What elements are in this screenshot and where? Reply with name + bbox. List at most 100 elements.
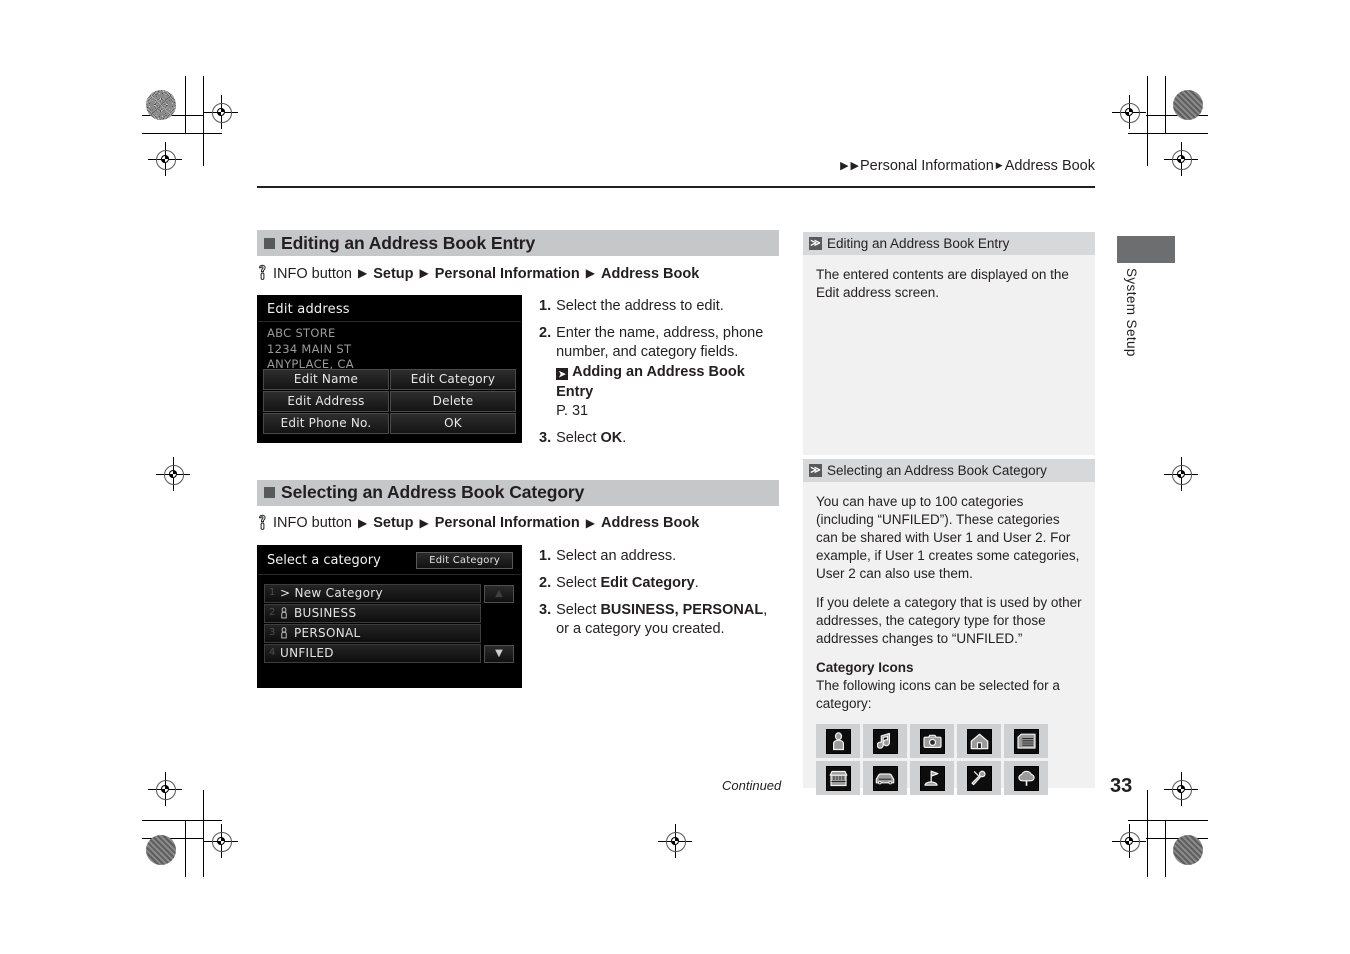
section-body-editing-entry: Edit address ABC STORE 1234 MAIN ST ANYP… bbox=[257, 295, 779, 456]
reference-arrow-icon: ➤ bbox=[556, 368, 569, 381]
nav-path-personal-information: Personal Information bbox=[434, 265, 580, 282]
list-item-label: > New Category bbox=[280, 585, 383, 600]
step-number: 2. bbox=[539, 325, 552, 342]
park-tree-icon bbox=[1013, 765, 1039, 791]
step-item: 2. Select Edit Category. bbox=[539, 574, 779, 593]
section-body-selecting-category: Select a category Edit Category 1 > New … bbox=[257, 544, 779, 688]
section-heading-text: Editing an Address Book Entry bbox=[281, 232, 536, 253]
category-icon-cell[interactable] bbox=[1004, 724, 1048, 759]
step-item: 2. Enter the name, address, phone number… bbox=[539, 324, 779, 421]
scroll-up-button[interactable]: ▲ bbox=[484, 584, 514, 603]
cross-reference[interactable]: ➤ Adding an Address Book Entry bbox=[556, 363, 779, 401]
section-tab-marker bbox=[1117, 236, 1175, 263]
list-item-label: PERSONAL bbox=[294, 625, 361, 640]
category-icon-grid bbox=[816, 724, 1082, 796]
note-paragraph: You can have up to 100 categories (inclu… bbox=[816, 494, 1080, 581]
step-emphasis: Edit Category bbox=[600, 575, 695, 591]
category-icon-cell[interactable] bbox=[816, 761, 860, 796]
step-number: 3. bbox=[539, 429, 552, 446]
step-text: Enter the name, address, phone number, a… bbox=[556, 324, 779, 421]
nav-screen-title: Edit address bbox=[258, 296, 521, 322]
category-icons-intro: The following icons can be selected for … bbox=[816, 677, 1060, 711]
list-item-index: 1 bbox=[269, 587, 276, 599]
edit-address-button[interactable]: Edit Address bbox=[263, 391, 389, 412]
density-patch bbox=[146, 835, 176, 865]
sidebar-note-title-text: Editing an Address Book Entry bbox=[827, 236, 1010, 251]
list-item[interactable]: 3 PERSONAL bbox=[264, 623, 481, 643]
category-icon-cell[interactable] bbox=[816, 724, 860, 759]
person-icon bbox=[280, 627, 288, 639]
golf-flag-icon bbox=[919, 765, 945, 791]
cross-reference-label: Adding an Address Book Entry bbox=[556, 364, 745, 400]
category-icon-cell[interactable] bbox=[863, 761, 907, 796]
nav-arrow-icon: ▶ bbox=[357, 266, 368, 280]
list-item[interactable]: 4 UNFILED bbox=[264, 643, 481, 663]
step-text: Select BUSINESS, PERSONAL, or a category… bbox=[556, 602, 768, 638]
info-button-icon bbox=[257, 264, 268, 285]
nav-arrow-icon: ▶ bbox=[585, 266, 595, 280]
crop-mark bbox=[1147, 790, 1148, 877]
category-icon-cell[interactable] bbox=[1004, 761, 1048, 796]
breadcrumb-arrow-icon: ▶ bbox=[840, 159, 849, 172]
camera-icon bbox=[919, 728, 945, 754]
info-button-icon bbox=[257, 514, 268, 535]
registration-mark bbox=[148, 772, 182, 806]
edit-category-button[interactable]: Edit Category bbox=[416, 551, 513, 569]
screenshot-edit-address: Edit address ABC STORE 1234 MAIN ST ANYP… bbox=[257, 295, 522, 456]
density-patch bbox=[146, 90, 176, 120]
section-bullet-icon bbox=[264, 487, 275, 499]
category-icon-cell[interactable] bbox=[957, 724, 1001, 759]
crop-mark bbox=[1147, 76, 1148, 166]
crop-mark bbox=[1165, 76, 1166, 133]
step-item: 3. Select BUSINESS, PERSONAL, or a categ… bbox=[539, 601, 779, 639]
step-text: Select Edit Category. bbox=[556, 575, 699, 591]
step-number: 3. bbox=[539, 602, 552, 619]
person-icon bbox=[280, 607, 288, 619]
category-icon-cell[interactable] bbox=[863, 724, 907, 759]
edit-phone-number-button[interactable]: Edit Phone No. bbox=[263, 413, 389, 434]
edit-name-button[interactable]: Edit Name bbox=[263, 369, 389, 390]
category-icon-cell[interactable] bbox=[957, 761, 1001, 796]
sidebar-note-body-editing-entry: The entered contents are displayed on th… bbox=[803, 255, 1095, 455]
nav-path-setup: Setup bbox=[373, 515, 414, 532]
breadcrumb-item-address-book: Address Book bbox=[1004, 158, 1095, 174]
car-icon bbox=[872, 765, 898, 791]
breadcrumb-arrow-icon: ▶ bbox=[850, 159, 859, 172]
step-text: Select an address. bbox=[556, 547, 677, 564]
nav-arrow-icon: ▶ bbox=[357, 515, 368, 530]
edit-address-button-grid: Edit Name Edit Category Edit Address Del… bbox=[258, 369, 521, 434]
density-patch bbox=[1173, 835, 1203, 865]
sidebar-note-body-selecting-category: You can have up to 100 categories (inclu… bbox=[803, 482, 1095, 796]
ok-button[interactable]: OK bbox=[390, 413, 516, 434]
nav-screen-title: Select a category bbox=[267, 552, 381, 568]
restaurant-icon bbox=[966, 765, 992, 791]
crop-mark bbox=[185, 820, 186, 877]
nav-path-info-button: INFO button bbox=[273, 265, 352, 282]
step-number: 1. bbox=[539, 298, 552, 314]
nav-path-personal-information: Personal Information bbox=[434, 515, 580, 532]
category-icon-cell[interactable] bbox=[910, 761, 954, 796]
scroll-down-button[interactable]: ▼ bbox=[484, 644, 514, 663]
list-item[interactable]: 2 BUSINESS bbox=[264, 603, 481, 623]
category-icons-heading: Category Icons bbox=[816, 659, 914, 675]
registration-mark bbox=[1112, 824, 1146, 858]
category-icon-cell[interactable] bbox=[910, 724, 954, 759]
list-item-index: 4 bbox=[269, 647, 276, 659]
page-number: 33 bbox=[1110, 775, 1133, 797]
crop-mark bbox=[142, 820, 222, 821]
list-item[interactable]: 1 > New Category bbox=[264, 583, 481, 603]
breadcrumb: ▶ ▶ Personal Information ▶ Address Book bbox=[839, 158, 1095, 174]
screenshot-select-category: Select a category Edit Category 1 > New … bbox=[257, 544, 522, 688]
registration-mark bbox=[204, 95, 238, 129]
home-icon bbox=[966, 728, 992, 754]
registration-mark bbox=[204, 824, 238, 858]
crop-mark bbox=[185, 76, 186, 133]
select-category-header: Select a category Edit Category bbox=[258, 546, 521, 575]
edit-category-button[interactable]: Edit Category bbox=[390, 369, 516, 390]
delete-button[interactable]: Delete bbox=[390, 391, 516, 412]
registration-mark bbox=[658, 824, 692, 858]
registration-mark bbox=[1164, 457, 1198, 491]
note-paragraph: If you delete a category that is used by… bbox=[816, 594, 1082, 646]
sidebar-note-title-selecting-category: ≫ Selecting an Address Book Category bbox=[803, 459, 1095, 482]
nav-arrow-icon: ▶ bbox=[419, 266, 429, 280]
